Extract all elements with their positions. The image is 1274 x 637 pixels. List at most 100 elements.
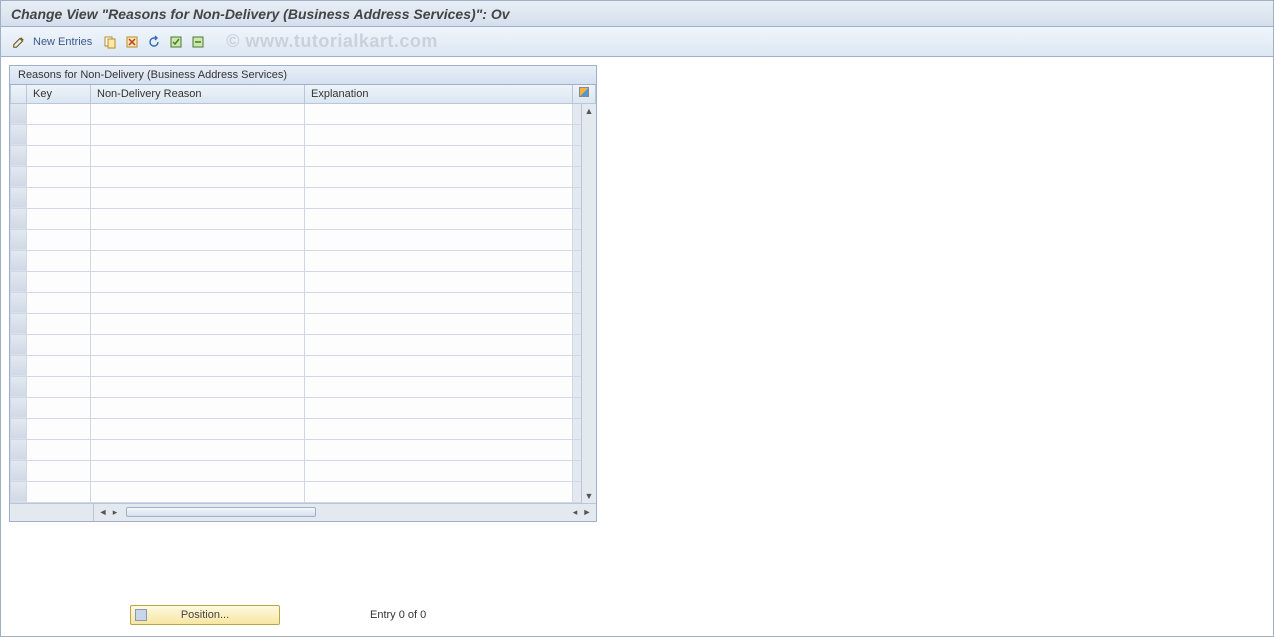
cell-key[interactable] — [27, 145, 91, 166]
cell-key[interactable] — [27, 355, 91, 376]
row-selector[interactable] — [11, 292, 27, 313]
deselect-all-icon[interactable] — [190, 34, 206, 50]
cell-key[interactable] — [27, 103, 91, 124]
cell-reason[interactable] — [91, 271, 305, 292]
row-selector[interactable] — [11, 334, 27, 355]
cell-explanation[interactable] — [305, 124, 573, 145]
cell-explanation[interactable] — [305, 208, 573, 229]
cell-explanation[interactable] — [305, 103, 573, 124]
cell-explanation[interactable] — [305, 250, 573, 271]
cell-key[interactable] — [27, 271, 91, 292]
vertical-scrollbar[interactable]: ▲ ▼ — [581, 104, 596, 503]
cell-reason[interactable] — [91, 313, 305, 334]
scroll-up-icon[interactable]: ▲ — [584, 106, 594, 116]
column-header-explanation[interactable]: Explanation — [305, 85, 573, 103]
cell-key[interactable] — [27, 166, 91, 187]
cell-reason[interactable] — [91, 103, 305, 124]
cell-reason[interactable] — [91, 376, 305, 397]
cell-reason[interactable] — [91, 397, 305, 418]
scroll-thumb[interactable] — [126, 507, 316, 517]
configure-columns-button[interactable] — [573, 85, 596, 103]
cell-reason[interactable] — [91, 439, 305, 460]
cell-key[interactable] — [27, 208, 91, 229]
cell-reason[interactable] — [91, 229, 305, 250]
cell-reason[interactable] — [91, 418, 305, 439]
cell-explanation[interactable] — [305, 355, 573, 376]
row-selector-header[interactable] — [11, 85, 27, 103]
cell-explanation[interactable] — [305, 334, 573, 355]
cell-reason[interactable] — [91, 166, 305, 187]
table-row — [11, 460, 596, 481]
cell-reason[interactable] — [91, 187, 305, 208]
cell-key[interactable] — [27, 187, 91, 208]
cell-explanation[interactable] — [305, 292, 573, 313]
row-selector[interactable] — [11, 229, 27, 250]
row-selector[interactable] — [11, 208, 27, 229]
column-header-key[interactable]: Key — [27, 85, 91, 103]
new-entries-button[interactable]: New Entries — [33, 36, 92, 48]
cell-reason[interactable] — [91, 481, 305, 502]
row-selector[interactable] — [11, 271, 27, 292]
cell-reason[interactable] — [91, 145, 305, 166]
cell-key[interactable] — [27, 481, 91, 502]
row-selector[interactable] — [11, 397, 27, 418]
cell-key[interactable] — [27, 292, 91, 313]
cell-key[interactable] — [27, 313, 91, 334]
cell-reason[interactable] — [91, 250, 305, 271]
table-row — [11, 145, 596, 166]
cell-key[interactable] — [27, 124, 91, 145]
cell-reason[interactable] — [91, 208, 305, 229]
position-button[interactable]: Position... — [130, 605, 280, 625]
cell-key[interactable] — [27, 439, 91, 460]
cell-key[interactable] — [27, 418, 91, 439]
row-selector[interactable] — [11, 124, 27, 145]
cell-explanation[interactable] — [305, 439, 573, 460]
copy-icon[interactable] — [102, 34, 118, 50]
row-selector[interactable] — [11, 145, 27, 166]
scroll-down-icon[interactable]: ▼ — [584, 491, 594, 501]
cell-key[interactable] — [27, 376, 91, 397]
cell-key[interactable] — [27, 397, 91, 418]
cell-reason[interactable] — [91, 334, 305, 355]
cell-explanation[interactable] — [305, 145, 573, 166]
undo-icon[interactable] — [146, 34, 162, 50]
row-selector[interactable] — [11, 250, 27, 271]
row-selector[interactable] — [11, 418, 27, 439]
configure-icon — [579, 87, 589, 97]
cell-explanation[interactable] — [305, 166, 573, 187]
cell-explanation[interactable] — [305, 418, 573, 439]
cell-explanation[interactable] — [305, 481, 573, 502]
cell-explanation[interactable] — [305, 187, 573, 208]
cell-reason[interactable] — [91, 460, 305, 481]
cell-explanation[interactable] — [305, 376, 573, 397]
row-selector[interactable] — [11, 187, 27, 208]
row-selector[interactable] — [11, 355, 27, 376]
cell-reason[interactable] — [91, 355, 305, 376]
scroll-last-icon[interactable]: ► — [580, 505, 594, 519]
cell-key[interactable] — [27, 229, 91, 250]
delete-icon[interactable] — [124, 34, 140, 50]
column-header-reason[interactable]: Non-Delivery Reason — [91, 85, 305, 103]
cell-key[interactable] — [27, 334, 91, 355]
select-all-icon[interactable] — [168, 34, 184, 50]
cell-explanation[interactable] — [305, 271, 573, 292]
cell-reason[interactable] — [91, 124, 305, 145]
horizontal-scrollbar[interactable]: ◄ ▸ ◂ ► — [10, 503, 596, 521]
data-table: Key Non-Delivery Reason Explanation — [10, 85, 596, 503]
row-selector[interactable] — [11, 376, 27, 397]
cell-explanation[interactable] — [305, 313, 573, 334]
row-selector[interactable] — [11, 166, 27, 187]
toggle-edit-icon[interactable] — [11, 34, 27, 50]
row-selector[interactable] — [11, 313, 27, 334]
scroll-left-icon[interactable]: ▸ — [108, 505, 122, 519]
row-selector[interactable] — [11, 439, 27, 460]
cell-reason[interactable] — [91, 292, 305, 313]
cell-key[interactable] — [27, 250, 91, 271]
cell-explanation[interactable] — [305, 397, 573, 418]
row-selector[interactable] — [11, 481, 27, 502]
row-selector[interactable] — [11, 460, 27, 481]
row-selector[interactable] — [11, 103, 27, 124]
cell-key[interactable] — [27, 460, 91, 481]
cell-explanation[interactable] — [305, 460, 573, 481]
cell-explanation[interactable] — [305, 229, 573, 250]
